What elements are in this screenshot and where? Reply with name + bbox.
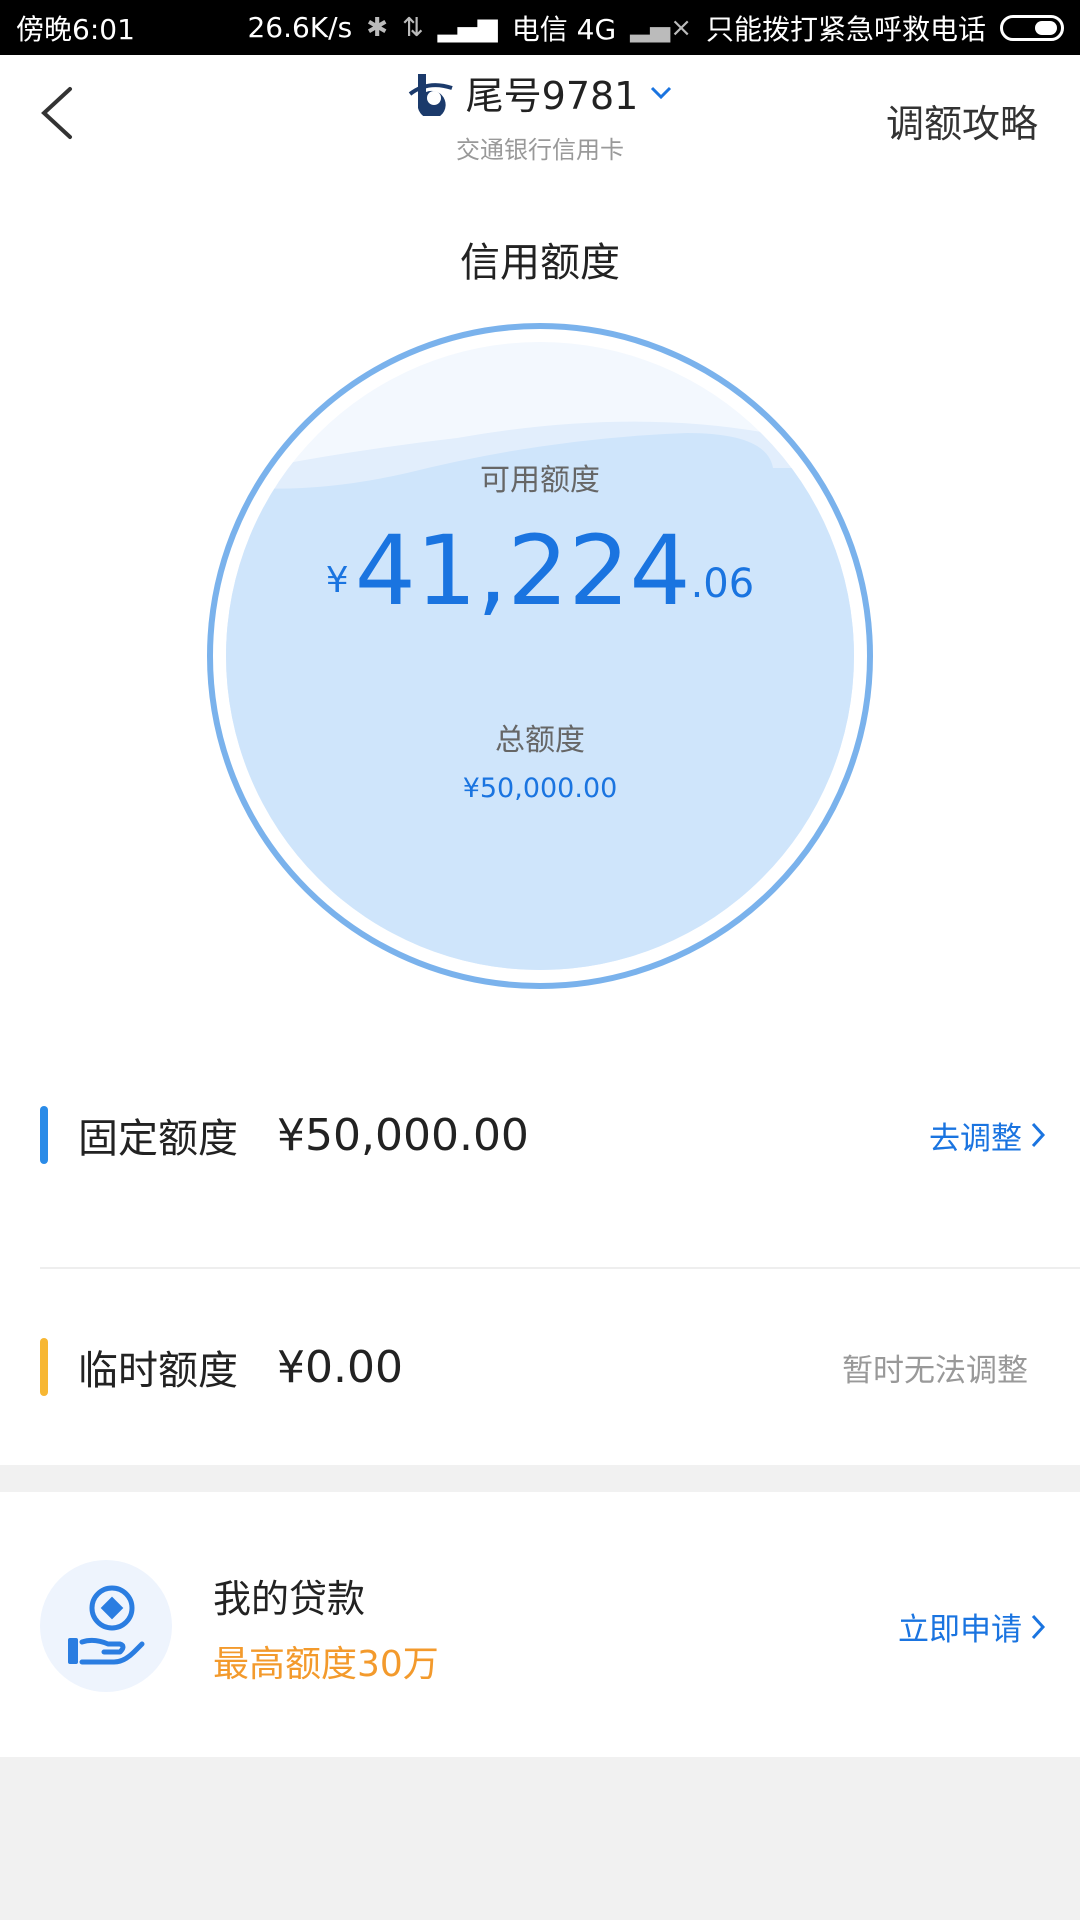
available-label: 可用额度 <box>480 463 600 498</box>
net-speed: 26.6K/s <box>247 11 353 44</box>
emergency-text: 只能拨打紧急呼救电话 <box>705 12 986 46</box>
fixed-limit-value: ¥50,000.00 <box>277 1109 529 1161</box>
battery-icon <box>1000 14 1064 41</box>
loan-card[interactable]: 我的贷款 最高额度30万 立即申请 <box>0 1492 1080 1757</box>
temp-limit-status: 暂时无法调整 <box>842 1352 1028 1389</box>
temp-limit-bar <box>40 1338 48 1396</box>
row-divider <box>40 1267 1080 1269</box>
available-currency: ¥ <box>325 560 349 601</box>
signal-icon: ▂▄▆ <box>437 12 498 43</box>
loan-title: 我的贷款 <box>213 1577 366 1621</box>
status-bar: 傍晚6:01 26.6K/s ✱ ⇅ ▂▄▆ 电信 4G ▂▄× 只能拨打紧急呼… <box>0 0 1080 55</box>
signal-off-icon: ▂▄× <box>630 12 692 43</box>
bluetooth-icon: ✱ <box>366 12 388 43</box>
apply-loan-button[interactable]: 立即申请 <box>898 1604 1046 1649</box>
fixed-limit-bar <box>40 1106 48 1164</box>
chevron-right-icon <box>1031 1122 1046 1148</box>
limit-guide-link[interactable]: 调额攻略 <box>886 93 1038 148</box>
loan-icon-wrap <box>40 1560 172 1692</box>
status-time: 傍晚6:01 <box>16 12 135 46</box>
data-arrows-icon: ⇅ <box>401 12 424 43</box>
total-amount: ¥50,000.00 <box>462 773 618 804</box>
main-content: 尾号9781 交通银行信用卡 调额攻略 信用额度 可用额度 ¥ 41,224 .… <box>0 55 1080 1465</box>
apply-loan-label: 立即申请 <box>898 1612 1022 1648</box>
loan-max-amount: 最高额度30万 <box>213 1644 439 1685</box>
temp-limit-value: ¥0.00 <box>277 1341 403 1393</box>
temp-limit-row: 临时额度 ¥0.00 暂时无法调整 <box>0 1317 1080 1417</box>
total-label: 总额度 <box>495 723 585 758</box>
chevron-right-icon <box>1031 1614 1046 1639</box>
carrier-text: 电信 4G <box>511 12 617 46</box>
credit-section-title: 信用额度 <box>460 240 620 286</box>
available-integer: 41,224 <box>354 515 691 627</box>
status-right: 26.6K/s ✱ ⇅ ▂▄▆ 电信 4G ▂▄× 只能拨打紧急呼救电话 <box>247 8 1064 48</box>
hand-coin-icon <box>68 1585 145 1665</box>
fixed-limit-row: 固定额度 ¥50,000.00 去调整 <box>0 1085 1080 1185</box>
adjust-limit-button[interactable]: 去调整 <box>929 1113 1046 1158</box>
adjust-limit-label: 去调整 <box>929 1120 1022 1157</box>
bank-logo-icon <box>408 73 453 116</box>
app-screen: 傍晚6:01 26.6K/s ✱ ⇅ ▂▄▆ 电信 4G ▂▄× 只能拨打紧急呼… <box>0 0 1080 1920</box>
chevron-down-icon <box>651 86 672 99</box>
fixed-limit-label: 固定额度 <box>78 1116 238 1162</box>
temp-limit-label: 临时额度 <box>78 1348 238 1394</box>
available-amount: ¥ 41,224 .06 <box>207 523 873 619</box>
header: 尾号9781 交通银行信用卡 调额攻略 <box>0 55 1080 170</box>
available-decimal: .06 <box>690 561 755 607</box>
card-title: 尾号9781 <box>465 74 639 118</box>
credit-circle: 可用额度 ¥ 41,224 .06 总额度 ¥50,000.00 <box>207 323 873 989</box>
